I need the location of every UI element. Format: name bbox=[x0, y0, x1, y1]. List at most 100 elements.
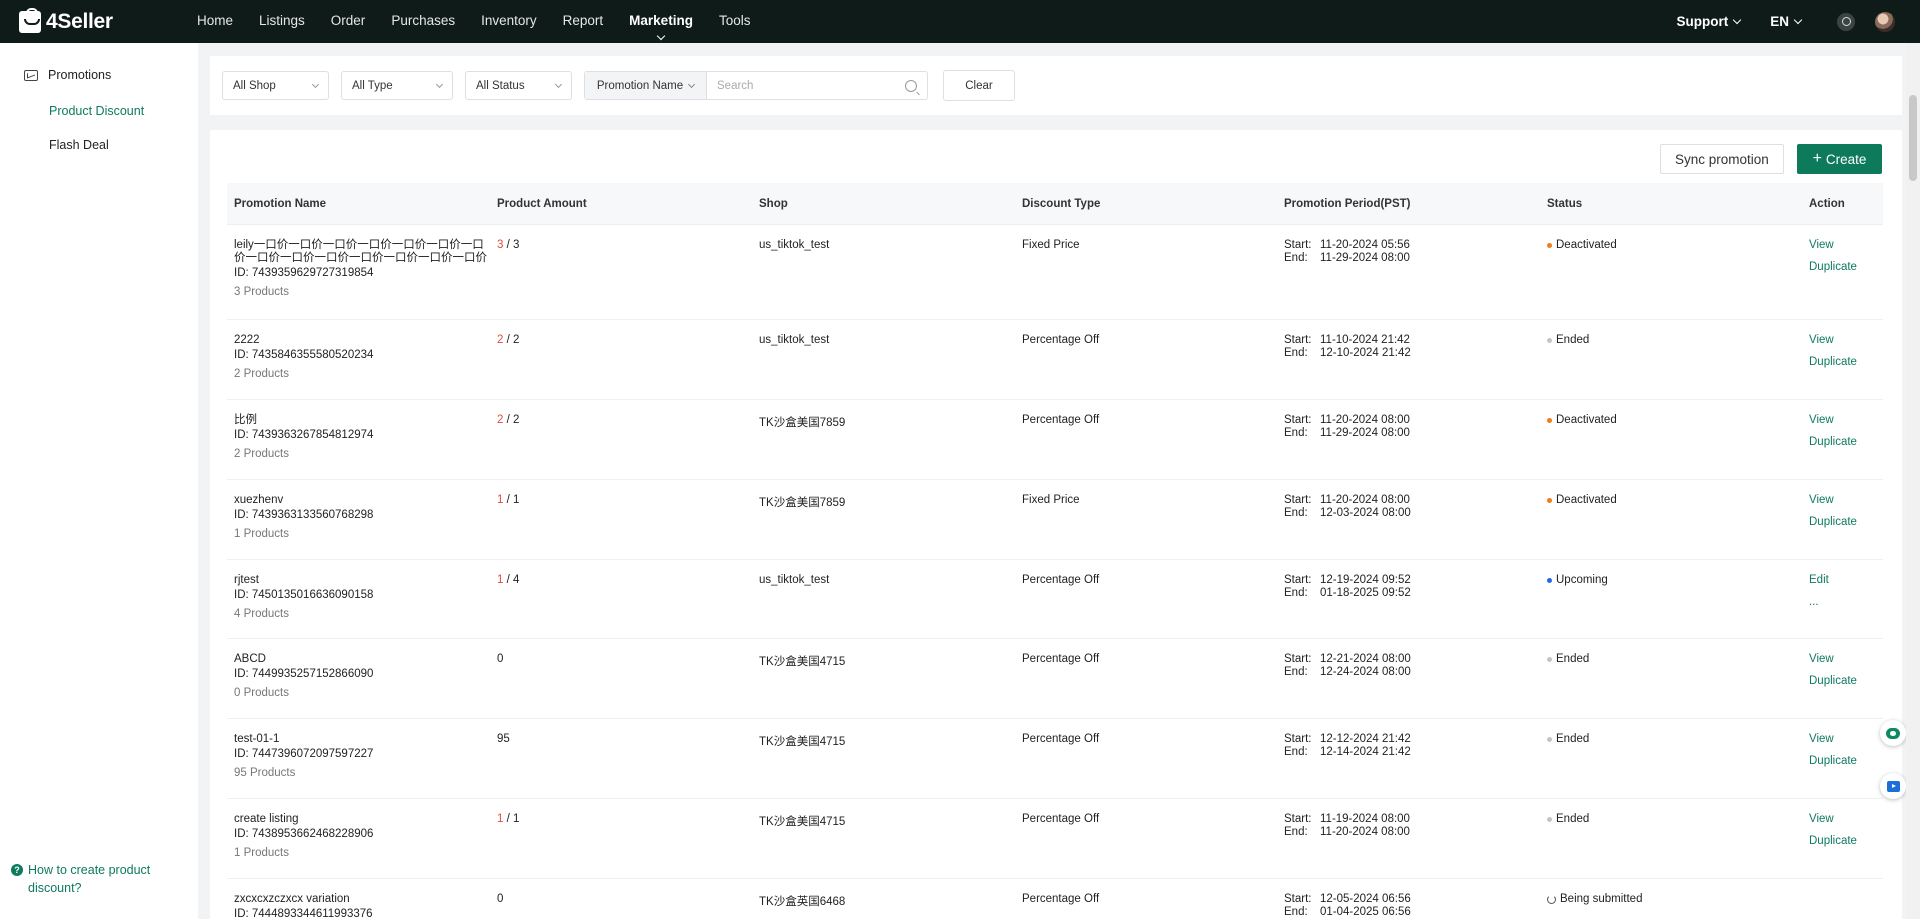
table-header: Promotion Name Product Amount Shop Discount… bbox=[227, 183, 1883, 225]
nav-item-home[interactable]: Home bbox=[184, 0, 246, 43]
nav-item-order[interactable]: Order bbox=[318, 0, 379, 43]
duplicate-action-link[interactable]: Duplicate bbox=[1809, 356, 1883, 369]
logo[interactable]: 4Seller bbox=[19, 7, 164, 34]
shop-name: TK沙盒美国4715 bbox=[759, 656, 846, 668]
status-badge: Ended bbox=[1547, 334, 1802, 346]
status-label: Deactivated bbox=[1556, 414, 1617, 426]
promotion-period: Start: 12-12-2024 21:42 End: 12-14-2024 21:… bbox=[1284, 733, 1540, 759]
view-action-link[interactable]: View bbox=[1809, 414, 1883, 427]
help-link[interactable]: ? How to create product discount? bbox=[11, 861, 168, 897]
promotion-name: rjtest bbox=[234, 574, 259, 586]
view-action-link[interactable]: View bbox=[1809, 653, 1883, 666]
status-label: Deactivated bbox=[1556, 239, 1617, 251]
promotions-table: Promotion Name Product Amount Shop Discount… bbox=[227, 183, 1883, 919]
end-date: 11-29-2024 08:00 bbox=[1320, 427, 1410, 439]
support-menu[interactable]: Support bbox=[1676, 14, 1742, 29]
search-field-select[interactable]: Promotion Name bbox=[585, 72, 707, 99]
create-button[interactable]: + Create bbox=[1797, 144, 1882, 174]
promotion-id: ID: 7439359629727319854 bbox=[234, 267, 374, 279]
search-icon[interactable] bbox=[905, 80, 917, 92]
shop-name: TK沙盒美国7859 bbox=[759, 497, 846, 509]
sync-promotion-button[interactable]: Sync promotion bbox=[1660, 144, 1784, 174]
promotion-id: ID: 7439363133560768298 bbox=[234, 509, 374, 521]
chevron-down-icon bbox=[435, 80, 444, 88]
product-count: 4 Products bbox=[234, 608, 289, 620]
promotion-name: create listing bbox=[234, 813, 299, 825]
view-action-link[interactable]: View bbox=[1809, 494, 1883, 507]
page-scrollbar[interactable] bbox=[1906, 43, 1920, 919]
chat-button[interactable] bbox=[1880, 720, 1906, 746]
promotion-name: 2222 bbox=[234, 334, 260, 346]
view-action-link[interactable]: View bbox=[1809, 733, 1883, 746]
product-count: 1 Products bbox=[234, 847, 289, 859]
end-date: 12-10-2024 21:42 bbox=[1320, 347, 1411, 359]
view-action-link[interactable]: View bbox=[1809, 813, 1883, 826]
table-row: create listing ID: 7438953662468228906 1 P… bbox=[227, 799, 1883, 879]
sidebar-group-promotions[interactable]: Promotions bbox=[24, 68, 198, 82]
discount-type: Percentage Off bbox=[1022, 653, 1100, 665]
sidebar-item-flash-deal[interactable]: Flash Deal bbox=[49, 138, 198, 152]
shop-name: us_tiktok_test bbox=[759, 574, 830, 586]
table-row: 比例 ID: 7439363267854812974 2 Products 2 / 2… bbox=[227, 400, 1883, 480]
logo-text: 4Seller bbox=[46, 9, 113, 33]
end-label: End: bbox=[1284, 507, 1308, 519]
status-badge: Ended bbox=[1547, 813, 1802, 825]
table-body: leily一口价一口价一口价一口价一口价一口价一口价一口价一口价一口价一口价一口… bbox=[227, 225, 1883, 919]
table-row: xuezhenv ID: 7439363133560768298 1 Product… bbox=[227, 480, 1883, 560]
column-header: Product Amount bbox=[497, 197, 587, 210]
view-action-link[interactable]: View bbox=[1809, 239, 1883, 252]
amount-total: / 2 bbox=[503, 414, 520, 426]
view-action-link[interactable]: View bbox=[1809, 334, 1883, 347]
more-action-link[interactable]: ... bbox=[1809, 596, 1883, 609]
start-date: 12-21-2024 08:00 bbox=[1320, 653, 1411, 665]
duplicate-action-link[interactable]: Duplicate bbox=[1809, 261, 1883, 274]
avatar[interactable] bbox=[1875, 11, 1895, 32]
promotion-period: Start: 11-20-2024 05:56 End: 11-29-2024 08:… bbox=[1284, 239, 1540, 265]
product-count: 2 Products bbox=[234, 448, 289, 460]
nav-item-purchases[interactable]: Purchases bbox=[378, 0, 468, 43]
question-icon: ? bbox=[11, 864, 23, 876]
amount-total: 95 bbox=[497, 733, 510, 745]
promotion-id: ID: 7449935257152866090 bbox=[234, 668, 374, 680]
product-count: 95 Products bbox=[234, 767, 296, 779]
duplicate-action-link[interactable]: Duplicate bbox=[1809, 835, 1883, 848]
start-label: Start: bbox=[1284, 414, 1312, 426]
scrollbar-thumb[interactable] bbox=[1909, 95, 1917, 181]
create-button-label: Create bbox=[1825, 151, 1867, 167]
duplicate-action-link[interactable]: Duplicate bbox=[1809, 755, 1883, 768]
status-badge: Deactivated bbox=[1547, 494, 1802, 506]
nav-item-tools[interactable]: Tools bbox=[706, 0, 764, 43]
nav-item-marketing[interactable]: Marketing bbox=[616, 0, 706, 43]
settings-icon[interactable] bbox=[1837, 12, 1855, 31]
language-menu[interactable]: EN bbox=[1770, 14, 1803, 29]
clear-button[interactable]: Clear bbox=[943, 70, 1015, 101]
duplicate-action-link[interactable]: Duplicate bbox=[1809, 675, 1883, 688]
nav-item-report[interactable]: Report bbox=[550, 0, 617, 43]
status-label: Ended bbox=[1556, 653, 1590, 665]
duplicate-action-link[interactable]: Duplicate bbox=[1809, 436, 1883, 449]
chart-icon bbox=[24, 69, 38, 81]
nav-item-inventory[interactable]: Inventory bbox=[468, 0, 550, 43]
nav-item-listings[interactable]: Listings bbox=[246, 0, 318, 43]
status-dot-icon bbox=[1547, 417, 1552, 423]
column-header: Status bbox=[1547, 197, 1583, 210]
sidebar-item-product-discount[interactable]: Product Discount bbox=[49, 104, 198, 118]
video-tutorial-button[interactable] bbox=[1880, 773, 1906, 799]
type-select[interactable]: All Type bbox=[341, 71, 453, 100]
status-select[interactable]: All Status bbox=[465, 71, 572, 100]
end-date: 01-18-2025 09:52 bbox=[1320, 587, 1411, 599]
start-date: 11-20-2024 08:00 bbox=[1320, 414, 1410, 426]
duplicate-action-link[interactable]: Duplicate bbox=[1809, 516, 1883, 529]
column-header: Promotion Name bbox=[234, 197, 327, 210]
edit-action-link[interactable]: Edit bbox=[1809, 574, 1883, 587]
search-combo: Promotion Name bbox=[584, 71, 928, 100]
status-dot-icon bbox=[1547, 736, 1552, 742]
chevron-down-icon bbox=[554, 80, 563, 88]
chevron-down-icon bbox=[1793, 15, 1803, 24]
column-header: Shop bbox=[759, 197, 788, 210]
shop-select[interactable]: All Shop bbox=[222, 71, 329, 100]
search-input[interactable] bbox=[707, 72, 905, 99]
promotion-period: Start: 12-21-2024 08:00 End: 12-24-2024 08:… bbox=[1284, 653, 1540, 679]
sidebar: Promotions Product Discount Flash Deal ? … bbox=[0, 43, 198, 919]
status-label: Being submitted bbox=[1560, 893, 1643, 905]
